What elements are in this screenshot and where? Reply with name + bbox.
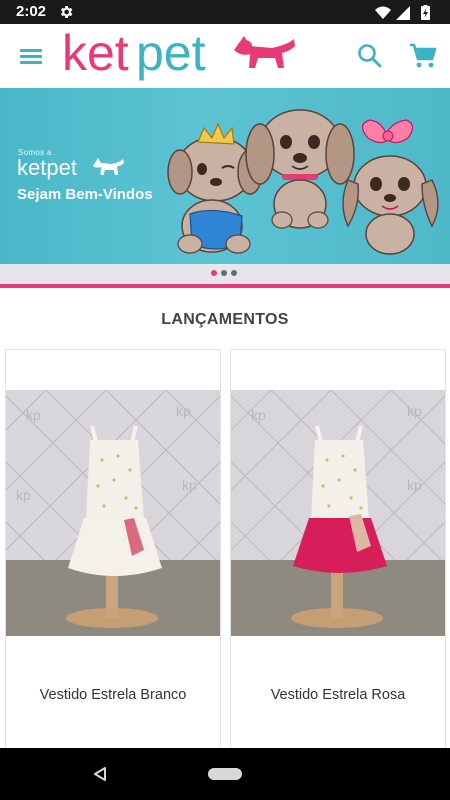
status-bar: 2:02 xyxy=(0,0,450,24)
product-card[interactable]: kp kp kp Vestido Estrela Rosa xyxy=(230,349,446,749)
svg-text:kp: kp xyxy=(407,477,422,493)
dog-logo-icon xyxy=(234,36,295,68)
back-triangle-icon[interactable] xyxy=(92,766,108,782)
banner-brand-text: ketpet xyxy=(17,155,77,180)
banner-brand-logo: ketpet xyxy=(17,155,124,180)
menu-bar-middle xyxy=(20,55,42,58)
status-icons xyxy=(375,5,430,20)
carousel-dot[interactable] xyxy=(211,270,217,276)
logo-text-ket: ket xyxy=(62,26,129,81)
svg-text:kp: kp xyxy=(176,403,191,419)
svg-text:kp: kp xyxy=(16,487,31,503)
home-pill-icon[interactable] xyxy=(208,768,242,780)
app-screen: 2:02 ket pet Somos a ketpet Sejam Bem-Vi… xyxy=(0,0,450,800)
dog-illustration-middle xyxy=(245,109,355,229)
search-icon[interactable] xyxy=(356,42,384,70)
svg-text:kp: kp xyxy=(407,403,422,419)
battery-charging-icon xyxy=(421,5,430,20)
dog-illustration-bow xyxy=(342,119,439,255)
banner-welcome-text: Sejam Bem-Vindos xyxy=(17,186,153,203)
carousel-dot[interactable] xyxy=(231,270,237,276)
section-title: LANÇAMENTOS xyxy=(161,311,289,328)
carousel-dot[interactable] xyxy=(221,270,227,276)
app-bar: ket pet xyxy=(0,24,450,88)
ketpet-logo[interactable]: ket pet xyxy=(62,26,302,88)
status-time: 2:02 xyxy=(16,3,47,20)
carousel-indicator xyxy=(0,264,450,284)
menu-bar-bottom xyxy=(20,61,42,64)
wifi-icon xyxy=(375,6,391,19)
settings-gear-icon xyxy=(61,6,73,18)
product-skirt xyxy=(293,518,387,573)
menu-button[interactable] xyxy=(12,38,50,74)
product-card[interactable]: kp kp kp kp Vestido Estrela Branco xyxy=(5,349,221,749)
banner-dogs-illustration xyxy=(167,109,439,255)
shopping-cart-icon[interactable] xyxy=(408,42,438,70)
logo-text-pet: pet xyxy=(136,26,206,81)
svg-text:kp: kp xyxy=(26,407,41,423)
hamburger-menu-icon xyxy=(20,49,42,52)
product-image: kp kp kp xyxy=(231,390,445,636)
pink-divider xyxy=(0,284,450,288)
banner-dog-icon xyxy=(93,158,124,175)
product-skirt xyxy=(68,518,162,576)
svg-text:kp: kp xyxy=(251,407,266,423)
product-image: kp kp kp kp xyxy=(6,390,220,636)
cell-signal-icon xyxy=(396,6,410,20)
product-name: Vestido Estrela Branco xyxy=(39,687,187,703)
svg-text:kp: kp xyxy=(182,477,197,493)
product-name: Vestido Estrela Rosa xyxy=(270,687,406,703)
promo-banner[interactable]: Somos a ketpet Sejam Bem-Vindos xyxy=(0,88,450,264)
system-nav-bar xyxy=(0,748,450,800)
